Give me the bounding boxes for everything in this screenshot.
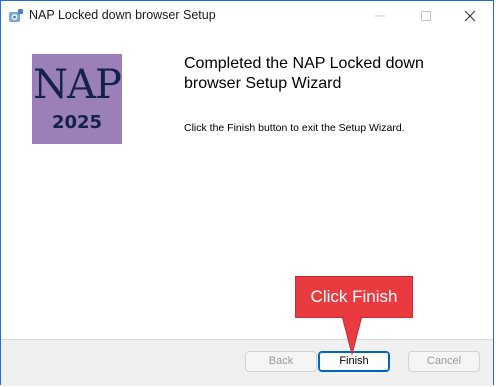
back-button[interactable]: Back [245, 351, 317, 372]
title-bar: NAP Locked down browser Setup [1, 1, 493, 31]
maximize-icon [421, 11, 431, 21]
heading-line-1: Completed the NAP Locked down [184, 55, 424, 72]
close-button[interactable] [447, 1, 493, 31]
click-finish-callout: Click Finish [295, 276, 413, 318]
nap-2025-logo: NAP 2025 [32, 54, 122, 144]
page-heading: Completed the NAP Locked down browser Se… [184, 54, 474, 94]
installer-window: NAP Locked down browser Setup NAP 2025 C… [0, 0, 494, 386]
minimize-icon [375, 15, 385, 17]
logo-nap-text: NAP [33, 62, 122, 108]
installer-icon [8, 8, 24, 24]
instruction-text: Click the Finish button to exit the Setu… [184, 122, 405, 134]
window-title: NAP Locked down browser Setup [29, 8, 216, 22]
callout-arrow-icon [341, 316, 363, 356]
minimize-button[interactable] [357, 1, 403, 31]
cancel-button[interactable]: Cancel [408, 351, 480, 372]
maximize-button[interactable] [403, 1, 449, 31]
heading-line-2: browser Setup Wizard [184, 75, 342, 92]
logo-year-text: 2025 [51, 112, 103, 133]
close-icon [464, 10, 476, 22]
